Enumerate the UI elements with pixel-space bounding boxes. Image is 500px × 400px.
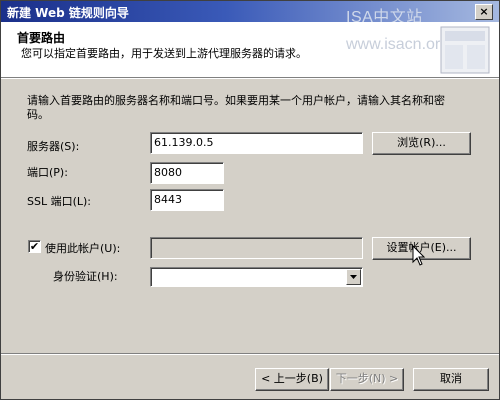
server-label: 服务器(S): bbox=[27, 140, 80, 153]
auth-label: 身份验证(H): bbox=[53, 270, 118, 283]
watermark-url: www.isacn.org bbox=[346, 36, 450, 53]
port-label: 端口(P): bbox=[27, 166, 68, 179]
account-input[interactable] bbox=[150, 237, 363, 259]
port-input[interactable]: 8080 bbox=[150, 162, 224, 184]
ssl-port-input[interactable]: 8443 bbox=[150, 189, 224, 211]
use-account-checkbox[interactable]: ✔ bbox=[28, 240, 41, 253]
wizard-window: 新建 Web 链规则向导 ISA中文站 × 首要路由 您可以指定首要路由，用于发… bbox=[0, 0, 500, 400]
close-button[interactable]: × bbox=[475, 4, 493, 20]
next-button[interactable]: 下一步(N) > bbox=[330, 368, 404, 391]
chevron-down-icon[interactable] bbox=[346, 269, 361, 285]
title-bar[interactable]: 新建 Web 链规则向导 ISA中文站 × bbox=[1, 1, 499, 26]
header-divider bbox=[1, 78, 499, 79]
auth-select[interactable] bbox=[150, 267, 363, 287]
cancel-button[interactable]: 取消 bbox=[413, 368, 489, 391]
mouse-cursor-icon bbox=[412, 245, 426, 266]
window-title: 新建 Web 链规则向导 bbox=[7, 6, 129, 20]
server-input[interactable]: 61.139.0.5 bbox=[150, 132, 363, 154]
wizard-header: 首要路由 您可以指定首要路由，用于发送到上游代理服务器的请求。 www.isac… bbox=[1, 22, 499, 78]
ssl-port-label: SSL 端口(L): bbox=[27, 195, 92, 208]
page-title: 首要路由 bbox=[17, 31, 66, 45]
footer-divider-highlight bbox=[1, 354, 499, 355]
wizard-graphic-icon bbox=[440, 26, 490, 74]
page-subtitle: 您可以指定首要路由，用于发送到上游代理服务器的请求。 bbox=[21, 47, 307, 60]
browse-button[interactable]: 浏览(R)... bbox=[372, 132, 471, 155]
back-button[interactable]: < 上一步(B) bbox=[255, 368, 329, 391]
instructions-text: 请输入首要路由的服务器名称和端口号。如果要用某一个用户帐户，请输入其名称和密码。 bbox=[27, 94, 445, 121]
use-account-label: 使用此帐户(U): bbox=[45, 242, 121, 255]
